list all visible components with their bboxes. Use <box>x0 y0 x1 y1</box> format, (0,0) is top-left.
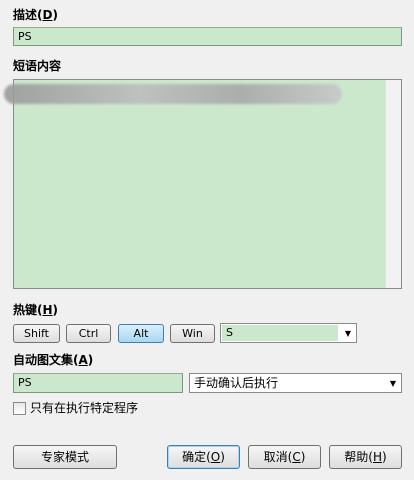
autotext-value: PS <box>18 376 32 389</box>
execution-mode-value: 手动确认后执行 <box>194 376 279 390</box>
description-field[interactable]: PS <box>13 27 402 46</box>
description-value: PS <box>18 30 32 43</box>
only-in-program-checkbox[interactable] <box>13 402 26 415</box>
ctrl-toggle-button[interactable]: Ctrl <box>66 324 111 343</box>
phrase-content-textarea[interactable] <box>13 79 402 289</box>
ok-button[interactable]: 确定(O) <box>167 445 240 469</box>
hotkey-label: 热键(H) <box>13 303 59 317</box>
help-button[interactable]: 帮助(H) <box>329 445 402 469</box>
only-in-program-label: 只有在执行特定程序 <box>30 401 139 415</box>
phrase-content-scrollbar[interactable] <box>385 80 401 288</box>
autotext-label: 自动图文集(A) <box>13 353 94 367</box>
cancel-button[interactable]: 取消(C) <box>248 445 321 469</box>
expert-mode-button[interactable]: 专家模式 <box>13 445 117 469</box>
shift-toggle-button[interactable]: Shift <box>13 324 60 343</box>
chevron-down-icon[interactable]: ▼ <box>340 324 356 342</box>
autotext-field[interactable]: PS <box>13 373 183 393</box>
chevron-down-icon[interactable]: ▼ <box>385 374 401 392</box>
execution-mode-select[interactable]: 手动确认后执行 ▼ <box>189 373 402 393</box>
hotkey-key-value: S <box>226 326 233 339</box>
hotkey-key-field[interactable]: S <box>222 325 338 341</box>
phrase-content-label: 短语内容 <box>13 59 62 73</box>
description-label: 描述(D) <box>13 8 58 22</box>
hotkey-key-combo[interactable]: S ▼ <box>220 323 357 343</box>
redacted-text-smear <box>4 84 342 104</box>
alt-toggle-button[interactable]: Alt <box>118 324 164 343</box>
win-toggle-button[interactable]: Win <box>170 324 215 343</box>
